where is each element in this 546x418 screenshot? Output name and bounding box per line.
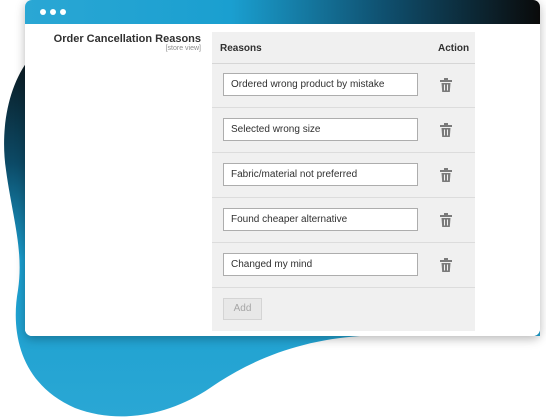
action-column-header: Action <box>438 43 470 54</box>
row-divider <box>212 242 475 243</box>
reason-input[interactable] <box>223 253 418 276</box>
window-control-dot[interactable] <box>40 9 46 15</box>
browser-window: Order Cancellation Reasons [store view] … <box>25 0 540 336</box>
row-divider <box>212 152 475 153</box>
config-content: Order Cancellation Reasons [store view] … <box>25 24 540 336</box>
field-label: Order Cancellation Reasons <box>53 33 201 45</box>
reason-input[interactable] <box>223 163 418 186</box>
reasons-table: Reasons Action Ordered wrong product by … <box>212 32 475 331</box>
reason-input[interactable] <box>223 208 418 231</box>
reason-input[interactable] <box>223 118 418 141</box>
table-row <box>212 154 475 198</box>
window-control-dot[interactable] <box>50 9 56 15</box>
table-row <box>212 244 475 288</box>
trash-icon[interactable] <box>440 168 452 182</box>
add-button[interactable]: Add <box>223 298 262 320</box>
table-row <box>212 199 475 243</box>
row-divider <box>212 107 475 108</box>
window-titlebar <box>25 0 540 24</box>
window-control-dot[interactable] <box>60 9 66 15</box>
trash-icon[interactable] <box>440 78 452 92</box>
trash-icon[interactable] <box>440 258 452 272</box>
row-divider <box>212 287 475 288</box>
scope-label: [store view] <box>165 45 201 52</box>
reasons-column-header: Reasons <box>220 43 262 54</box>
trash-icon[interactable] <box>440 123 452 137</box>
reason-input[interactable] <box>223 73 418 96</box>
table-row <box>212 64 475 108</box>
row-divider <box>212 197 475 198</box>
table-row <box>212 109 475 153</box>
trash-icon[interactable] <box>440 213 452 227</box>
